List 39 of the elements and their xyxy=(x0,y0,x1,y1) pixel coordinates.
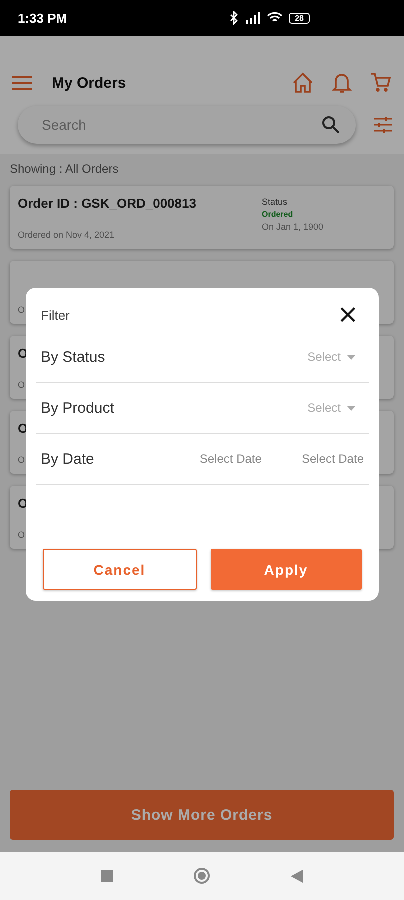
date-picker[interactable]: Select Date xyxy=(302,452,364,466)
select-dropdown[interactable]: Select xyxy=(308,350,364,364)
home-button-icon[interactable] xyxy=(193,867,211,885)
filter-label: By Product xyxy=(41,400,116,416)
battery-icon: 28 xyxy=(289,12,310,24)
cancel-button[interactable]: Cancel xyxy=(43,549,196,590)
filter-icon[interactable] xyxy=(374,116,392,134)
close-button[interactable]: × xyxy=(333,302,363,328)
order-date: Ordered on Nov 4, 2021 xyxy=(18,230,115,240)
bluetooth-icon xyxy=(230,11,240,25)
status-time: 1:33 PM xyxy=(18,10,68,26)
status-date: On Jan 1, 1900 xyxy=(262,222,325,232)
filter-label: By Date xyxy=(41,450,96,468)
search-field[interactable]: Search xyxy=(18,106,356,144)
status-value: Ordered xyxy=(262,210,294,219)
cart-icon[interactable] xyxy=(370,72,392,94)
order-date: O xyxy=(18,455,26,465)
show-more-button[interactable]: Show More Orders xyxy=(10,790,394,840)
filter-label: By Status xyxy=(41,348,106,366)
order-date: O xyxy=(18,305,26,315)
bell-icon[interactable] xyxy=(332,72,352,94)
status-label: Status xyxy=(262,197,289,207)
apply-button[interactable]: Apply xyxy=(210,549,362,590)
home-icon[interactable] xyxy=(292,72,314,94)
select-dropdown[interactable]: Select xyxy=(308,401,364,415)
caret-icon xyxy=(347,354,356,360)
menu-icon[interactable] xyxy=(12,76,32,90)
page-title: My Orders xyxy=(52,74,128,92)
order-date: O xyxy=(18,380,26,390)
search-icon[interactable] xyxy=(322,116,340,134)
date-picker[interactable]: Select Date xyxy=(200,452,262,466)
order-date: O xyxy=(18,530,26,540)
wifi-icon xyxy=(267,12,284,24)
back-icon[interactable] xyxy=(291,870,303,882)
order-card[interactable]: Order ID : GSK_ORD_000813 Ordered on Nov 4, 2021 Status Ordered On Jan 1, 1900 xyxy=(10,186,394,249)
order-id: Order ID : GSK_ORD_000813 xyxy=(18,196,196,211)
dialog-title: Filter xyxy=(41,308,70,322)
signal-icon xyxy=(245,12,262,24)
showing-label: Showing : All Orders xyxy=(10,162,120,176)
